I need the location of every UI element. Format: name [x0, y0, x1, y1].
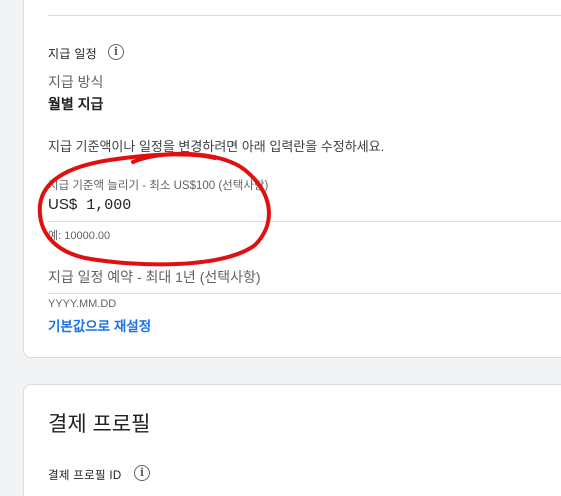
payment-schedule-label: 지급 일정: [48, 47, 97, 61]
info-icon[interactable]: i: [134, 465, 150, 481]
help-text: 지급 기준액이나 일정을 변경하려면 아래 입력란을 수정하세요.: [48, 139, 385, 154]
threshold-input[interactable]: US$ 1,000: [48, 196, 561, 222]
info-icon[interactable]: i: [108, 44, 124, 60]
divider: [48, 15, 561, 16]
schedule-date-field-label[interactable]: 지급 일정 예약 - 최대 1년 (선택사항): [48, 267, 261, 287]
threshold-example-hint: 예: 10000.00: [48, 230, 111, 242]
schedule-date-input[interactable]: [48, 293, 561, 294]
date-format-hint: YYYY.MM.DD: [48, 298, 117, 310]
threshold-value: 1,000: [86, 197, 132, 214]
reset-to-default-link[interactable]: 기본값으로 재설정: [48, 315, 151, 335]
page: 지급 일정 i 지급 방식 월별 지급 지급 기준액이나 일정을 변경하려면 아…: [0, 0, 561, 496]
payment-profile-id-label: 결제 프로필 ID: [48, 470, 122, 482]
currency-prefix: US$: [48, 196, 78, 213]
payment-method-label: 지급 방식: [48, 74, 104, 90]
threshold-field-label: 지급 기준액 늘리기 - 최소 US$100 (선택사항): [48, 180, 269, 192]
payment-profile-title: 결제 프로필: [48, 413, 151, 436]
payment-method-value: 월별 지급: [48, 96, 104, 112]
